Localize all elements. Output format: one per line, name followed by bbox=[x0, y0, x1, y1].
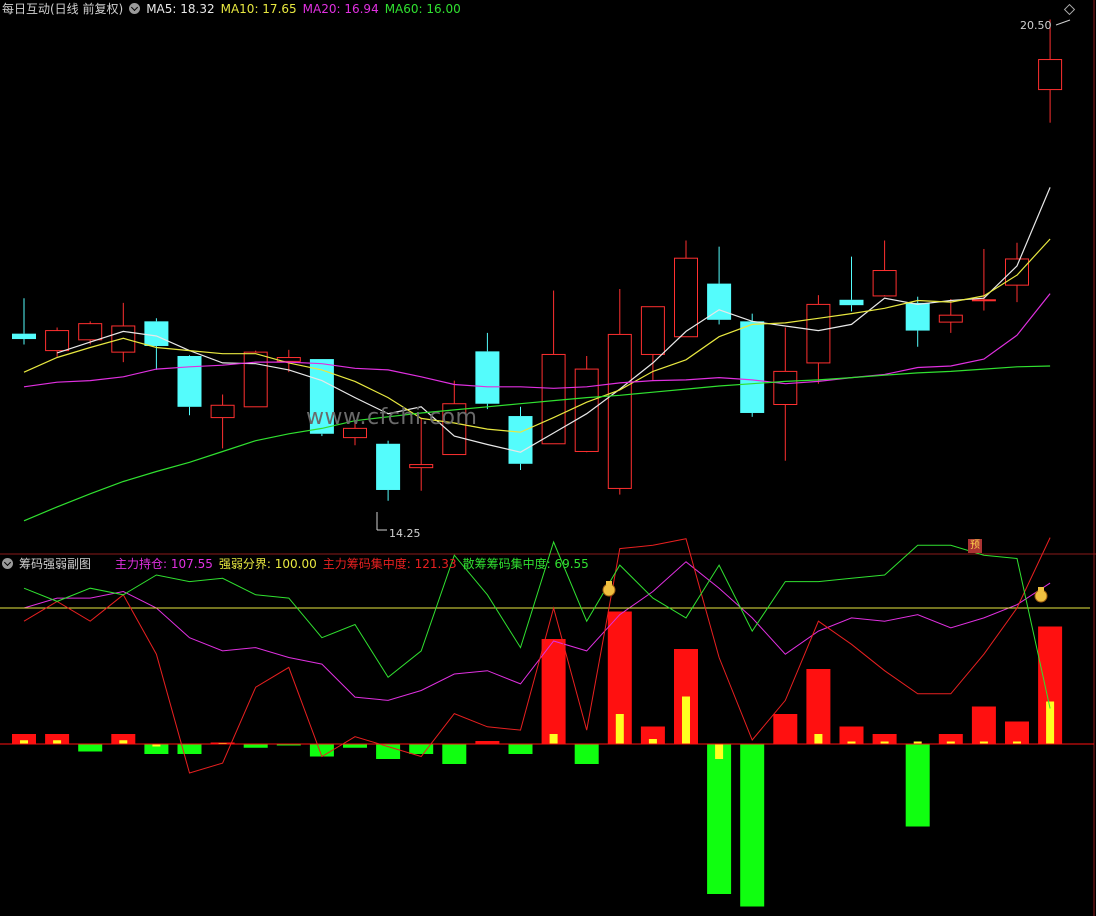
candle-body-down bbox=[12, 333, 36, 340]
candle-body-up bbox=[111, 325, 136, 353]
ma-lines bbox=[23, 187, 1051, 522]
indicator-bar bbox=[309, 744, 334, 757]
dropdown-icon[interactable] bbox=[129, 3, 141, 14]
indicator-bar bbox=[707, 744, 732, 894]
candle-body-up bbox=[1038, 59, 1063, 91]
money-bag-icon bbox=[602, 583, 616, 597]
chart-window: { "top_header": { "title": "每日互动(日线 前复权)… bbox=[0, 0, 1096, 916]
candle-body-up bbox=[674, 257, 698, 338]
candle-body-up bbox=[541, 353, 566, 445]
indicator-bar bbox=[508, 744, 533, 754]
scatter-conc-legend: 散筹筹码集中度: 69.55 bbox=[462, 557, 589, 571]
candle-body-up bbox=[806, 303, 831, 364]
indicator-bar bbox=[243, 744, 268, 748]
candle-body-down bbox=[508, 416, 533, 464]
indicator-inner-bar bbox=[648, 739, 657, 744]
high-pointer bbox=[1055, 19, 1071, 26]
ma10-legend: MA10: 17.65 bbox=[220, 2, 297, 16]
indicator-bar bbox=[740, 744, 765, 907]
candle-body-down bbox=[740, 321, 765, 413]
indicator-inner-bar bbox=[682, 696, 690, 744]
candle-body-down bbox=[707, 283, 732, 320]
candle-body-up bbox=[971, 299, 996, 302]
indicator-inner-bar bbox=[20, 740, 28, 744]
low-price-label: 14.25 bbox=[389, 527, 421, 540]
ma5-legend: MA5: 18.32 bbox=[146, 2, 215, 16]
indicator-bar bbox=[541, 639, 566, 744]
indicator-bar bbox=[839, 726, 864, 744]
top-header: 每日互动(日线 前复权) MA5: 18.32 MA10: 17.65 MA20: 1… bbox=[2, 1, 467, 17]
ma60-legend: MA60: 16.00 bbox=[384, 2, 461, 16]
forecast-icon: 预 bbox=[968, 539, 982, 553]
indicator-inner-bar bbox=[53, 740, 62, 744]
candle-body-up bbox=[607, 333, 632, 489]
indicator-inner-bar bbox=[814, 734, 823, 744]
high-price-label: 20.50 bbox=[1020, 19, 1052, 32]
candle-body-down bbox=[177, 355, 202, 407]
candle-body-down bbox=[144, 321, 169, 346]
indicator-bar bbox=[905, 744, 930, 827]
candle-body-down bbox=[905, 302, 930, 331]
indicator-inner-bar bbox=[549, 734, 558, 744]
money-bag-icon bbox=[1034, 589, 1048, 603]
chart-canvas bbox=[0, 0, 1096, 916]
indicator-bar bbox=[343, 744, 367, 748]
candle-body-down bbox=[839, 299, 864, 306]
sub-title: 筹码强弱副图 bbox=[19, 557, 92, 571]
candle-body-up bbox=[78, 323, 103, 341]
ma20-legend: MA20: 16.94 bbox=[302, 2, 379, 16]
candle-body-up bbox=[1005, 258, 1029, 286]
indicator-bar bbox=[773, 714, 798, 744]
main-conc-legend: 主力筹码集中度: 121.33 bbox=[322, 557, 457, 571]
candle-body-up bbox=[574, 368, 599, 452]
indicator-bar bbox=[971, 706, 996, 744]
price-candles bbox=[12, 19, 1063, 501]
chart-title: 每日互动(日线 前复权) bbox=[2, 2, 124, 16]
indicator-inner-bar bbox=[615, 714, 624, 744]
main-hold-legend: 主力持仓: 107.55 bbox=[115, 557, 213, 571]
candle-body-up bbox=[773, 370, 798, 406]
candle-body-up bbox=[45, 330, 70, 352]
indicator-line-0 bbox=[23, 561, 1051, 701]
diamond-icon bbox=[1063, 3, 1076, 16]
watermark: www.cfchi.com bbox=[306, 405, 478, 430]
indicator-bar bbox=[78, 744, 103, 752]
strength-line-legend: 强弱分界: 100.00 bbox=[218, 557, 317, 571]
candle-body-up bbox=[409, 464, 434, 469]
dropdown-icon[interactable] bbox=[2, 558, 13, 569]
candle-body-up bbox=[938, 314, 963, 323]
candle-body-up bbox=[640, 306, 665, 355]
candle-body-down bbox=[475, 351, 500, 404]
candle-body-down bbox=[376, 443, 401, 490]
indicator-bar bbox=[1005, 721, 1029, 744]
sub-header: 筹码强弱副图 主力持仓: 107.55 强弱分界: 100.00 主力筹码集中度: 1… bbox=[2, 556, 595, 572]
candle-body-up bbox=[243, 351, 268, 408]
indicator-bar bbox=[806, 669, 831, 744]
indicator-bar bbox=[177, 744, 202, 754]
candle-body-up bbox=[872, 270, 897, 297]
indicator-bar bbox=[442, 744, 467, 764]
indicator-inner-bar bbox=[119, 740, 128, 744]
money-bag-icon bbox=[606, 581, 612, 585]
indicator-inner-bar bbox=[715, 744, 724, 759]
indicator-bar bbox=[574, 744, 599, 764]
money-bag-icon bbox=[1038, 587, 1044, 591]
candle-body-up bbox=[210, 404, 235, 419]
indicator-bars bbox=[0, 611, 1094, 907]
